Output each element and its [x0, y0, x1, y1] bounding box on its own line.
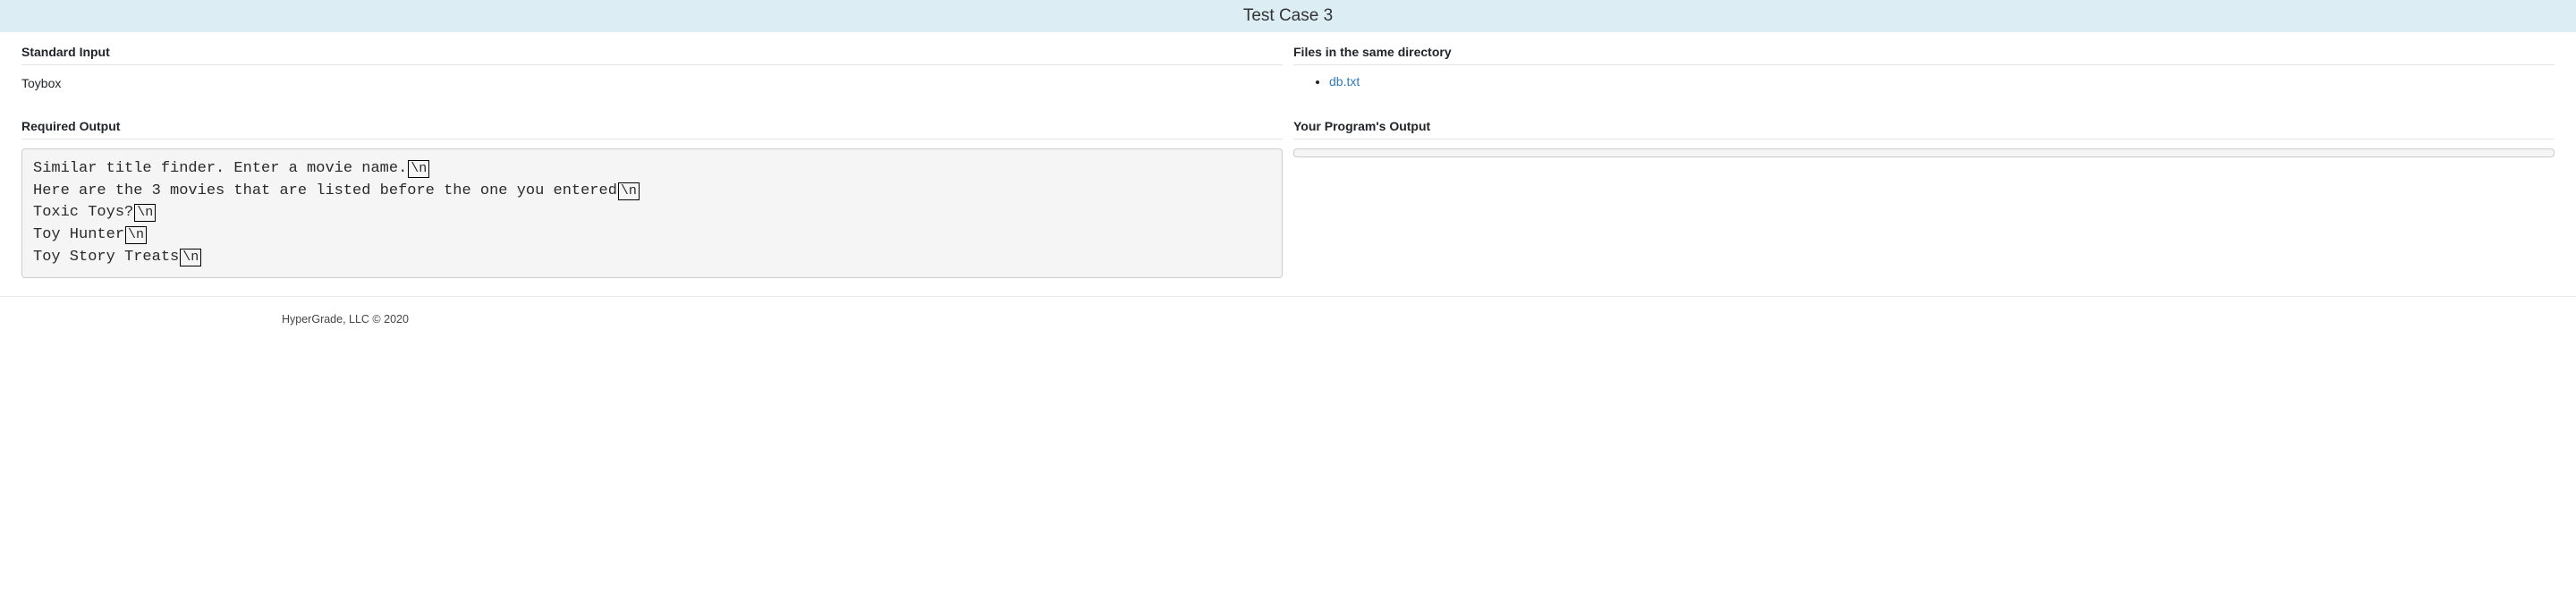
program-output-box	[1293, 148, 2555, 157]
stdin-heading: Standard Input	[21, 32, 1283, 65]
program-output-heading: Your Program's Output	[1293, 106, 2555, 140]
newline-token: \n	[125, 226, 147, 244]
footer-copyright: HyperGrade, LLC © 2020	[282, 313, 2576, 326]
files-heading: Files in the same directory	[1293, 32, 2555, 65]
required-output-heading: Required Output	[21, 106, 1283, 140]
footer: HyperGrade, LLC © 2020	[0, 296, 2576, 342]
list-item: db.txt	[1329, 74, 2555, 89]
row-outputs: Required Output Similar title finder. En…	[16, 106, 2560, 278]
test-case-title: Test Case 3	[1243, 6, 1333, 25]
newline-token: \n	[408, 160, 429, 178]
files-column: Files in the same directory db.txt	[1288, 32, 2560, 106]
program-output-column: Your Program's Output	[1288, 106, 2560, 278]
required-output-column: Required Output Similar title finder. En…	[16, 106, 1288, 278]
content-area: Standard Input Toybox Files in the same …	[0, 32, 2576, 278]
test-case-header: Test Case 3	[0, 0, 2576, 32]
newline-token: \n	[618, 182, 640, 200]
file-link-db[interactable]: db.txt	[1329, 74, 1360, 89]
newline-token: \n	[180, 249, 201, 266]
file-list: db.txt	[1293, 74, 2555, 89]
stdin-value: Toybox	[21, 74, 1283, 106]
stdin-column: Standard Input Toybox	[16, 32, 1288, 106]
row-inputs: Standard Input Toybox Files in the same …	[16, 32, 2560, 106]
newline-token: \n	[134, 204, 156, 222]
required-output-box: Similar title finder. Enter a movie name…	[21, 148, 1283, 278]
